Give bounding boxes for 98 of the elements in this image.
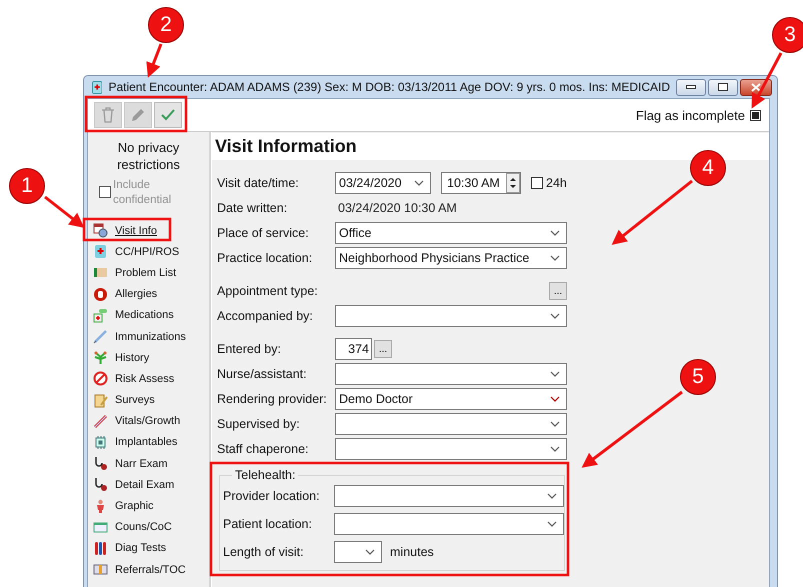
dropdown[interactable] — [334, 485, 564, 507]
dropdown[interactable]: Office — [335, 222, 567, 244]
minimize-icon — [686, 85, 696, 89]
nav-item[interactable]: Referrals/TOC — [93, 559, 209, 580]
nav-item[interactable]: Vitals/Growth — [93, 410, 209, 432]
callout-badge: 1 — [9, 168, 45, 204]
chevron-icon — [414, 180, 424, 186]
chevron-icon — [550, 230, 560, 236]
chevron-icon — [547, 521, 557, 527]
nav-item[interactable]: Couns/CoC — [93, 516, 209, 538]
chevron-icon — [547, 493, 557, 499]
card-icon — [93, 520, 108, 535]
field-label: Accompanied by: — [217, 308, 314, 322]
maximize-button[interactable] — [708, 78, 738, 96]
dropdown[interactable]: Demo Doctor — [335, 388, 567, 410]
nav-item[interactable]: Implantables — [93, 432, 209, 454]
checkbox-label: Flag as incomplete — [636, 108, 745, 122]
field-label: Nurse/assistant: — [217, 366, 308, 380]
unit-label: minutes — [390, 545, 434, 559]
dropdown[interactable] — [334, 541, 382, 563]
calendar-clock-icon — [93, 223, 108, 238]
nav-item[interactable]: Risk Assess — [93, 368, 209, 390]
stethoscope-icon — [93, 477, 108, 492]
checkbox-label: 24h — [546, 176, 567, 190]
checkmark-icon — [161, 109, 175, 121]
nav-item[interactable]: Diag Tests — [93, 538, 209, 559]
nav-item[interactable]: CC/HPI/ROS — [93, 241, 209, 262]
maximize-icon — [718, 83, 728, 91]
field-label: Rendering provider: — [217, 392, 328, 406]
chevron-icon — [550, 446, 560, 452]
checkbox[interactable] — [750, 110, 761, 120]
callout-arrow — [146, 43, 162, 78]
date-dropdown[interactable]: 03/24/2020 — [335, 172, 431, 194]
field-label: Place of service: — [217, 226, 310, 240]
field-label: Provider location: — [223, 489, 321, 503]
dropdown[interactable] — [334, 513, 564, 535]
chevron-icon — [550, 396, 560, 402]
field-label: Entered by: — [217, 342, 282, 356]
chevron-icon — [550, 370, 560, 376]
field-label: Patient location: — [223, 517, 313, 531]
spinner-icon[interactable] — [506, 172, 520, 192]
tree-icon — [93, 350, 108, 366]
nav-item[interactable]: Allergies — [93, 284, 209, 305]
trash-icon — [101, 107, 115, 123]
field-label: Appointment type: — [217, 284, 319, 298]
save-button[interactable] — [154, 102, 182, 128]
time-field[interactable]: 10:30 AM — [441, 172, 521, 194]
dropdown[interactable] — [335, 362, 567, 384]
chevron-icon — [550, 254, 560, 260]
input-field[interactable]: 374 — [335, 338, 372, 360]
chevron-icon — [550, 312, 560, 318]
thermometer-icon — [93, 414, 108, 429]
pill-bottle-icon — [93, 308, 108, 323]
syringe-icon — [93, 329, 108, 344]
group-title: Telehealth: — [232, 468, 298, 482]
section-title: Visit Information — [215, 136, 357, 157]
nav-item[interactable]: Immunizations — [93, 326, 209, 348]
privacy-status: No privacy restrictions — [116, 139, 181, 173]
medical-kit-icon — [92, 80, 102, 94]
nav-item[interactable]: Problem List — [93, 262, 209, 284]
dropdown[interactable]: Neighborhood Physicians Practice — [335, 246, 567, 268]
browse-button[interactable]: ... — [374, 340, 392, 358]
nav-item[interactable]: Graphic — [93, 495, 209, 517]
prohibition-icon — [93, 371, 108, 386]
window-title: Patient Encounter: ADAM ADAMS (239) Sex: M DOB: 03/13/2011 Age DOV: 9 yrs. 0 mos. Ins: MEDICAID — [108, 80, 670, 94]
dropdown[interactable] — [335, 438, 567, 460]
field-value: 03/24/2020 10:30 AM — [337, 200, 457, 214]
nav-item[interactable]: History — [93, 347, 209, 368]
close-icon — [751, 82, 761, 92]
callout-badge: 3 — [772, 17, 803, 53]
field-label: Staff chaperone: — [217, 442, 310, 456]
nav-item[interactable]: Detail Exam — [93, 474, 209, 496]
field-label: Date written: — [217, 200, 288, 214]
callout-badge: 2 — [148, 7, 184, 43]
callout-arrow — [752, 52, 782, 109]
dropdown[interactable] — [335, 304, 567, 326]
test-tubes-icon — [93, 540, 108, 556]
medical-kit-icon — [93, 244, 108, 260]
chip-icon — [93, 434, 108, 450]
clipboard-icon — [93, 392, 108, 408]
chevron-icon — [550, 420, 560, 426]
field-label: Length of visit: — [223, 545, 305, 559]
checkbox-label: Include confidential — [113, 178, 172, 208]
callout-arrow — [44, 196, 84, 228]
stethoscope-icon — [93, 456, 108, 472]
field-label: Practice location: — [217, 250, 314, 264]
nav-item[interactable]: Visit Info — [93, 220, 209, 242]
nav-item[interactable]: Medications — [93, 304, 209, 326]
dropdown[interactable] — [335, 412, 567, 434]
nav-item[interactable]: Narr Exam — [93, 453, 209, 474]
nav-item[interactable]: Surveys — [93, 390, 209, 411]
checkbox[interactable] — [531, 176, 543, 188]
field-label: Visit date/time: — [217, 176, 300, 190]
minimize-button[interactable] — [676, 78, 706, 96]
chevron-icon — [365, 549, 375, 555]
browse-button[interactable]: ... — [549, 282, 567, 300]
field-label: Supervised by: — [217, 416, 301, 430]
pencil-icon — [130, 107, 146, 123]
